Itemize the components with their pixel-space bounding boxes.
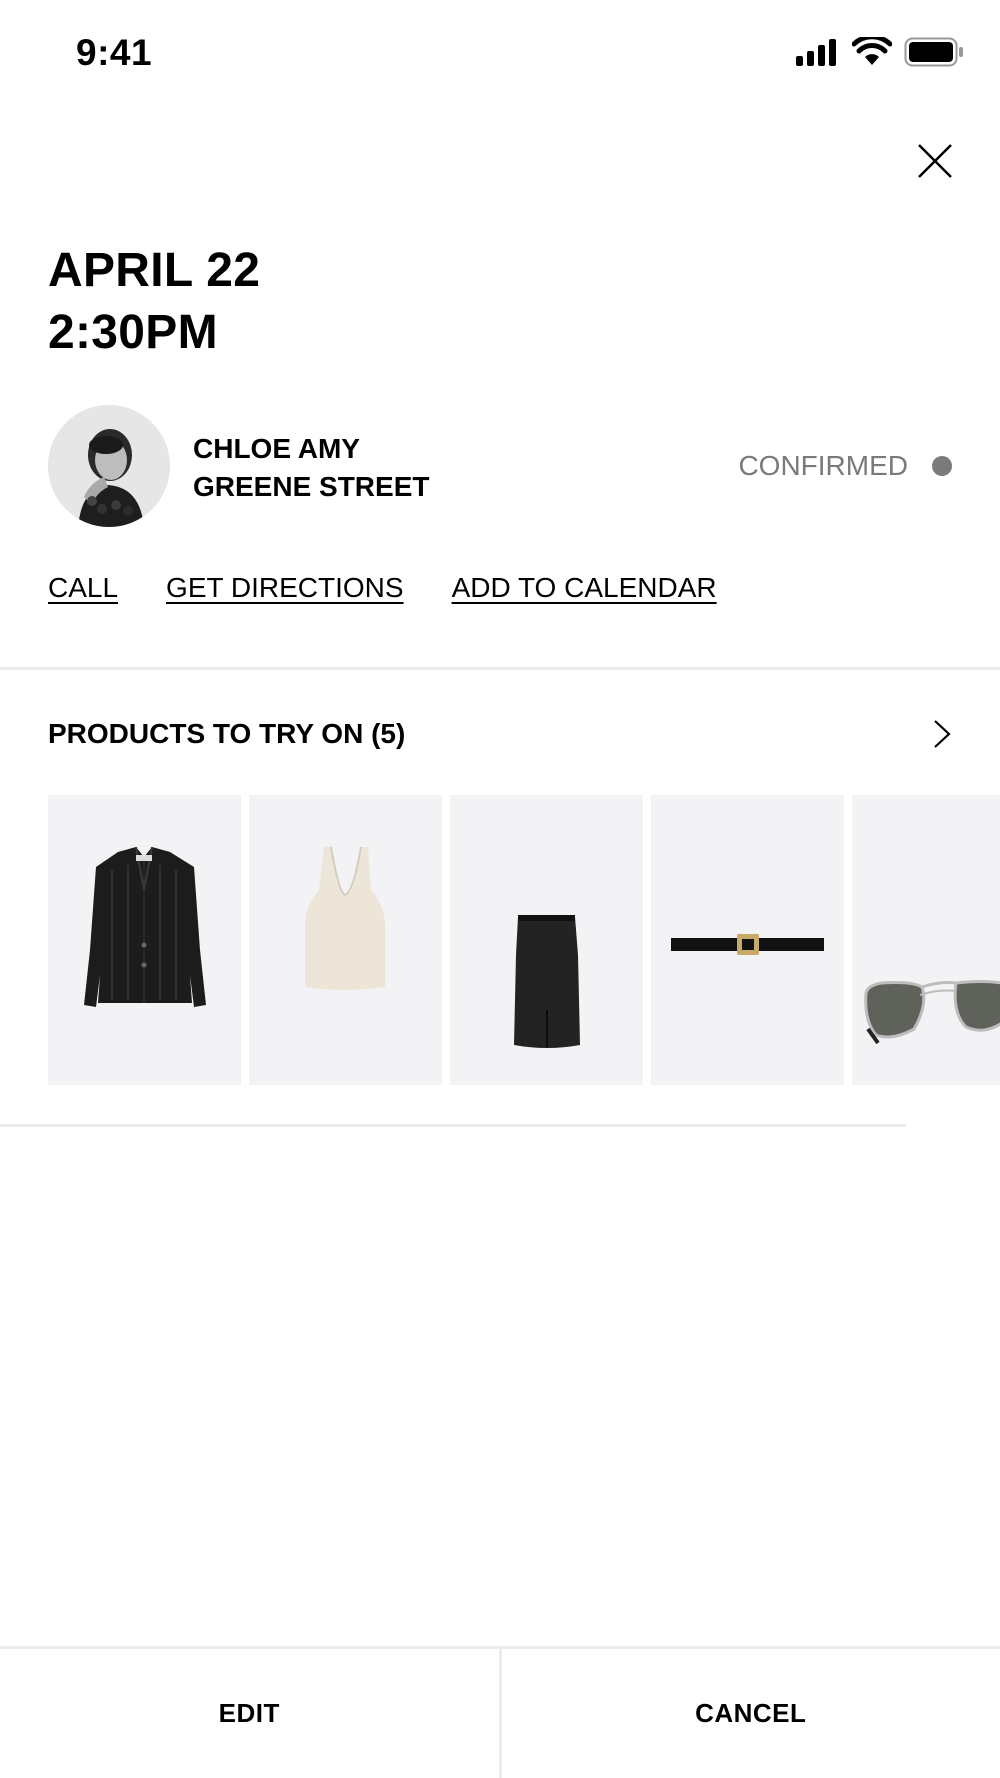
status-icons: [796, 33, 964, 72]
appointment-date: APRIL 22: [48, 244, 261, 297]
product-tile-jacket[interactable]: [48, 795, 241, 1085]
skirt-image: [514, 915, 580, 1048]
divider: [0, 667, 1000, 670]
store-name: GREENE STREET: [193, 471, 430, 502]
avatar: [48, 405, 170, 527]
chevron-right-icon: [934, 720, 951, 748]
product-tile-belt[interactable]: [651, 795, 844, 1085]
add-to-calendar-link[interactable]: ADD TO CALENDAR: [452, 570, 717, 606]
products-carousel[interactable]: [48, 795, 1000, 1085]
appointment-time: 2:30PM: [48, 306, 218, 359]
cancel-button[interactable]: CANCEL: [501, 1649, 1000, 1778]
status-bar: 9:41: [0, 0, 1000, 110]
product-tile-tank-top[interactable]: [249, 795, 442, 1085]
products-section-title: PRODUCTS TO TRY ON (5): [48, 718, 406, 749]
status-time: 9:41: [76, 32, 153, 73]
call-link[interactable]: CALL: [48, 570, 118, 606]
sunglasses-image: [864, 980, 1000, 1045]
status-dot-icon: [932, 456, 952, 476]
product-tile-skirt[interactable]: [450, 795, 643, 1085]
signal-icon: [796, 38, 840, 71]
action-links: CALL GET DIRECTIONS ADD TO CALENDAR: [48, 570, 717, 606]
wifi-icon: [851, 33, 893, 72]
products-chevron-button[interactable]: [920, 712, 964, 756]
get-directions-link[interactable]: GET DIRECTIONS: [166, 570, 404, 606]
battery-icon: [904, 37, 964, 72]
client-name: CHLOE AMY: [193, 433, 360, 464]
edit-button[interactable]: EDIT: [0, 1649, 502, 1778]
tank-top-image: [305, 846, 385, 990]
status-badge: CONFIRMED: [738, 450, 908, 481]
close-button[interactable]: [904, 130, 966, 192]
jacket-image: [84, 846, 206, 1007]
divider: [0, 1124, 906, 1127]
belt-image: [671, 934, 824, 955]
close-icon: [918, 144, 952, 178]
bottom-action-bar: EDIT CANCEL: [0, 1646, 1000, 1778]
product-tile-sunglasses[interactable]: [852, 795, 1000, 1085]
